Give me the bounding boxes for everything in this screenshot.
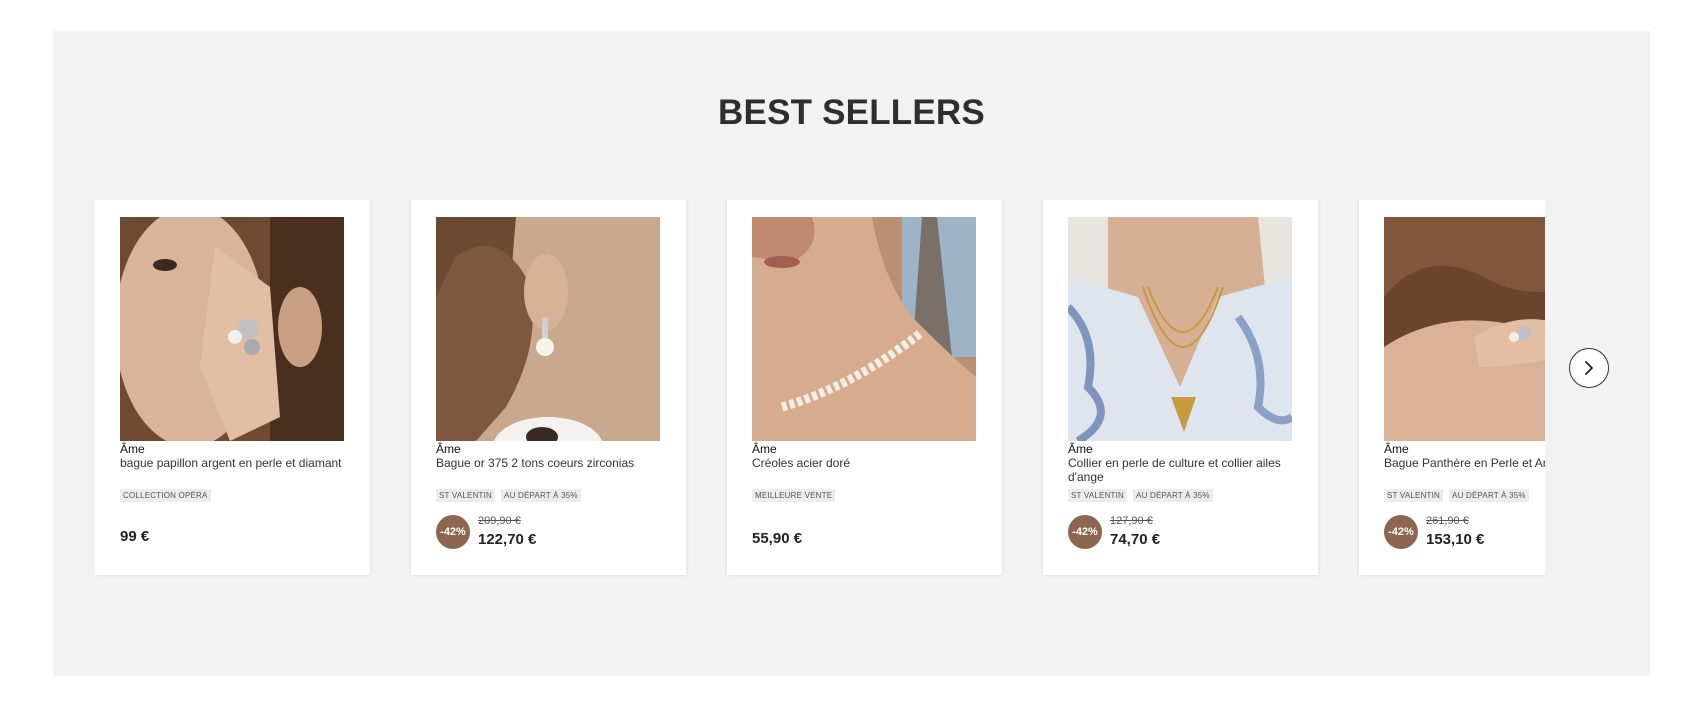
discount-badge: -42% (1068, 515, 1102, 549)
product-tag: ST VALENTIN (1068, 489, 1128, 502)
product-brand: Âme (1384, 442, 1409, 456)
carousel-next-button[interactable] (1569, 348, 1609, 388)
discount-badge: -42% (436, 515, 470, 549)
best-sellers-section: BEST SELLERS Âme bague papillon argent e… (53, 31, 1650, 676)
discount-badge: -42% (1384, 515, 1418, 549)
section-title: BEST SELLERS (718, 93, 985, 132)
product-tag: ST VALENTIN (436, 489, 496, 502)
product-card[interactable]: Âme Bague Panthère en Perle et Argent ST… (1359, 200, 1545, 575)
product-carousel: Âme bague papillon argent en perle et di… (95, 200, 1545, 600)
product-name[interactable]: Bague Panthère en Perle et Argent (1384, 456, 1545, 470)
product-card[interactable]: Âme Créoles acier doré MEILLEURE VENTE 5… (727, 200, 1002, 575)
product-brand: Âme (752, 442, 777, 456)
product-image[interactable] (436, 217, 660, 441)
product-old-price: 209,90 € (478, 515, 521, 527)
product-image[interactable] (1068, 217, 1292, 441)
product-card[interactable]: Âme Collier en perle de culture et colli… (1043, 200, 1318, 575)
product-old-price: 127,90 € (1110, 515, 1153, 527)
product-image[interactable] (1384, 217, 1545, 441)
product-tag: ST VALENTIN (1384, 489, 1444, 502)
product-tag: AU DÉPART À 35% (1449, 489, 1529, 502)
product-old-price: 261,90 € (1426, 515, 1469, 527)
product-name[interactable]: bague papillon argent en perle et diaman… (120, 456, 355, 470)
product-name[interactable]: Créoles acier doré (752, 456, 987, 470)
product-brand: Âme (120, 442, 145, 456)
product-name[interactable]: Collier en perle de culture et collier a… (1068, 456, 1303, 484)
chevron-right-icon (1585, 361, 1593, 375)
product-name[interactable]: Bague or 375 2 tons coeurs zirconias (436, 456, 671, 470)
product-price: 122,70 € (478, 531, 537, 548)
product-image[interactable] (752, 217, 976, 441)
product-price: 153,10 € (1426, 531, 1485, 548)
product-tag: COLLECTION OPÉRA (120, 489, 211, 502)
product-price: 55,90 € (752, 530, 803, 547)
product-brand: Âme (436, 442, 461, 456)
product-card[interactable]: Âme bague papillon argent en perle et di… (95, 200, 370, 575)
product-tag: MEILLEURE VENTE (752, 489, 836, 502)
product-price: 99 € (120, 528, 150, 545)
product-image[interactable] (120, 217, 344, 441)
product-tag: AU DÉPART À 35% (501, 489, 581, 502)
product-price: 74,70 € (1110, 531, 1161, 548)
product-brand: Âme (1068, 442, 1093, 456)
product-tag: AU DÉPART À 35% (1133, 489, 1213, 502)
product-card[interactable]: Âme Bague or 375 2 tons coeurs zirconias… (411, 200, 686, 575)
